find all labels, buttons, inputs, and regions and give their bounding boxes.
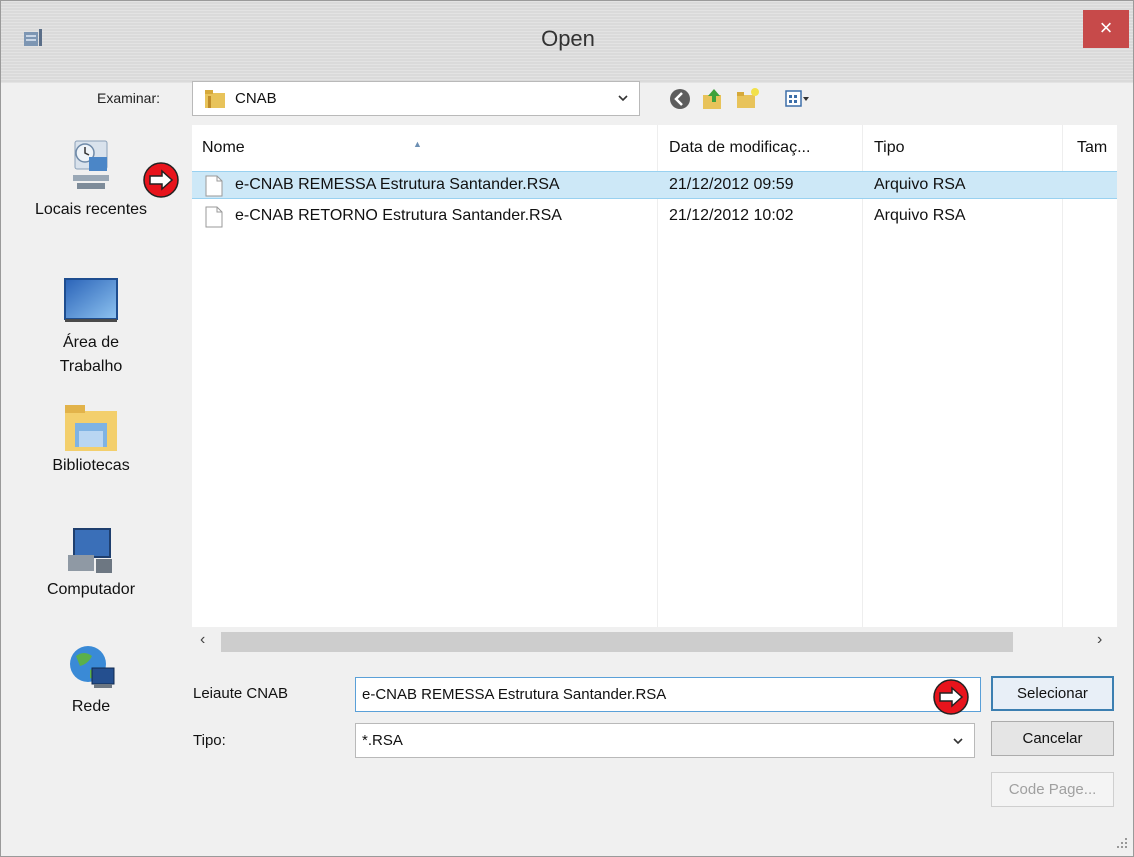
new-folder-icon[interactable] [735,86,761,112]
look-in-value: CNAB [235,90,277,107]
place-libraries[interactable]: Bibliotecas [1,401,181,475]
scroll-thumb[interactable] [221,632,1013,652]
horizontal-scrollbar[interactable]: ‹ › [192,627,1117,655]
window-title: Open [541,26,595,51]
scroll-left-button[interactable]: ‹ [200,631,205,649]
title-bar[interactable]: Open × [1,1,1133,83]
view-menu-icon[interactable] [784,86,810,112]
arrow-callout-icon [933,679,969,715]
file-row[interactable]: e-CNAB RETORNO Estrutura Santander.RSA 2… [192,203,1117,231]
file-icon [205,175,223,197]
file-date: 21/12/2012 09:59 [669,176,794,193]
file-type: Arquivo RSA [874,207,966,224]
place-label: Rede [71,698,111,715]
chevron-down-icon [618,95,628,102]
column-separator [1062,125,1063,627]
place-label: Computador [46,581,136,598]
folder-icon [205,90,225,108]
filename-label: Leiaute CNAB [193,685,289,702]
sort-ascending-icon: ▲ [413,139,422,149]
computer-icon [68,528,112,573]
close-button[interactable]: × [1083,10,1129,48]
file-type: Arquivo RSA [874,176,966,193]
resize-grip-icon[interactable] [1113,834,1129,850]
place-network[interactable]: Rede [1,642,181,716]
filetype-combo[interactable]: *.RSA [355,723,975,758]
file-icon [205,206,223,228]
network-icon [70,646,115,688]
place-computer[interactable]: Computador [1,525,181,599]
place-desktop[interactable]: Área de Trabalho [1,277,181,379]
file-row[interactable]: e-CNAB REMESSA Estrutura Santander.RSA 2… [192,171,1117,199]
code-page-button[interactable]: Code Page... [991,772,1114,807]
cancel-button[interactable]: Cancelar [991,721,1114,756]
file-name: e-CNAB REMESSA Estrutura Santander.RSA [235,176,560,193]
place-label: Bibliotecas [52,457,130,474]
filename-input[interactable]: e-CNAB REMESSA Estrutura Santander.RSA [355,677,981,712]
column-header-size[interactable]: Tam [1062,125,1117,175]
places-bar: Locais recentes Área de Trabalho Bibliot… [1,125,181,831]
chevron-down-icon [953,738,963,745]
look-in-combo[interactable]: CNAB [192,81,640,116]
filetype-value: *.RSA [362,732,403,749]
select-button[interactable]: Selecionar [991,676,1114,711]
back-icon[interactable] [667,86,693,112]
up-folder-icon[interactable] [700,86,726,112]
desktop-icon [64,278,118,322]
column-header-date[interactable]: Data de modificaç... [657,125,862,175]
arrow-callout-icon [143,162,179,198]
column-separator [657,125,658,627]
file-name: e-CNAB RETORNO Estrutura Santander.RSA [235,207,562,224]
libraries-icon [65,405,117,451]
filename-value: e-CNAB REMESSA Estrutura Santander.RSA [362,686,667,703]
column-header-type[interactable]: Tipo [862,125,1062,175]
look-in-label: Examinar: [97,90,161,106]
place-label: Locais recentes [34,201,148,218]
scroll-right-button[interactable]: › [1097,631,1102,649]
place-label: Área de Trabalho [59,334,123,375]
filetype-label: Tipo: [193,732,226,749]
open-dialog: Open × Examinar: CNAB Locais recentes Ár… [0,0,1134,857]
recent-places-icon [73,140,109,189]
file-date: 21/12/2012 10:02 [669,207,794,224]
column-header-name[interactable]: Nome ▲ [192,125,657,175]
column-separator [862,125,863,627]
file-list[interactable]: Nome ▲ Data de modificaç... Tipo Tam e-C… [192,125,1117,627]
